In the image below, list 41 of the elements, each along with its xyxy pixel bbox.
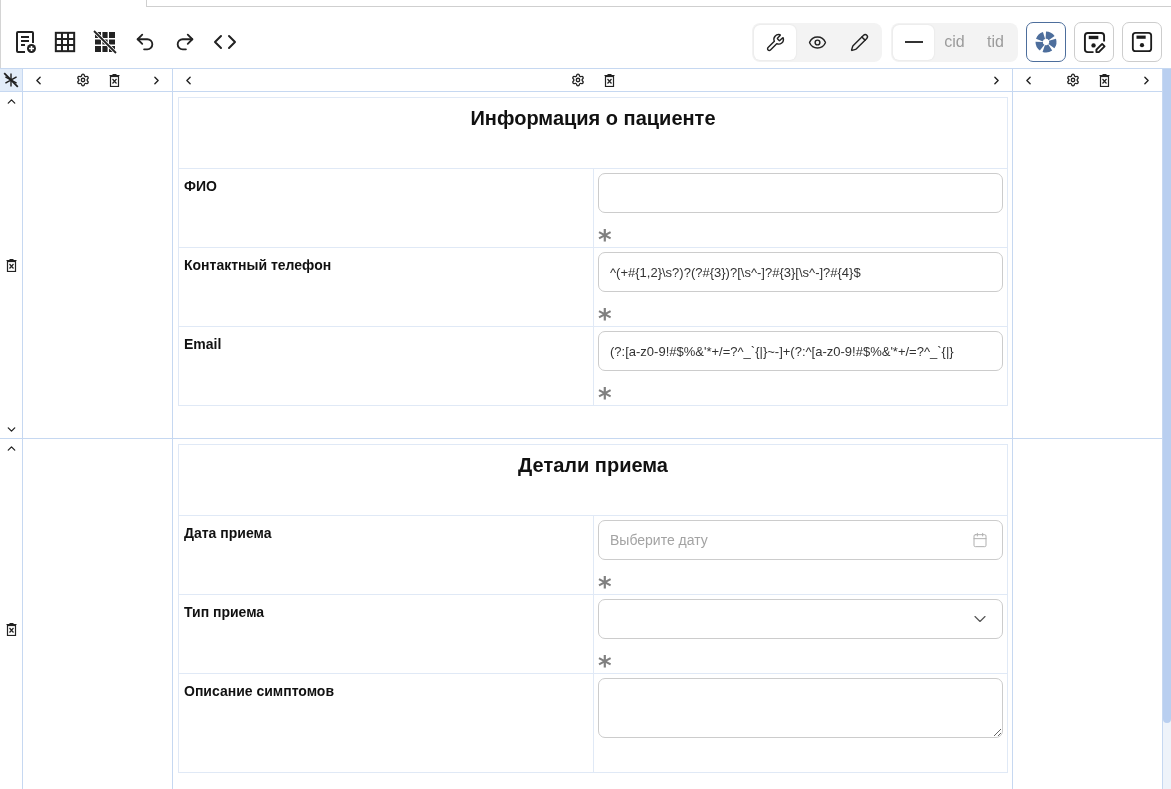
save-edit-icon[interactable] xyxy=(1082,30,1106,54)
calendar-icon xyxy=(972,532,988,548)
field-label: ФИО xyxy=(184,178,217,194)
text-input[interactable]: ^(+#{1,2}\s?)?(?#{3})?[\s^-]?#{3}[\s^-]?#{4}$ xyxy=(598,252,1003,292)
trash-x-icon[interactable] xyxy=(5,259,17,272)
select-field[interactable] xyxy=(598,599,1003,639)
text-input[interactable]: (?:[a-z0-9!#$%&'*+/=?^_`{|}~-]+(?:^[a-z0-9!#$%&'*+/=?^_`{|} xyxy=(598,331,1003,371)
field-label: Тип приема xyxy=(184,604,265,620)
redo-icon[interactable] xyxy=(174,31,196,53)
trash-x-icon[interactable] xyxy=(1098,73,1110,87)
mode-tab[interactable] xyxy=(754,24,796,60)
required-mark: * xyxy=(598,651,612,673)
settings-icon[interactable] xyxy=(570,73,585,87)
date-field[interactable]: Выберите дату xyxy=(598,520,1003,560)
settings-icon[interactable] xyxy=(1065,73,1080,87)
field-label: Дата приема xyxy=(184,525,272,541)
field-label: Email xyxy=(184,336,222,352)
settings-icon[interactable] xyxy=(75,73,90,87)
mode-tab[interactable] xyxy=(893,24,934,60)
required-mark: * xyxy=(598,383,612,405)
required-mark: * xyxy=(598,572,612,594)
textarea-field[interactable] xyxy=(598,678,1003,738)
undo-icon[interactable] xyxy=(134,31,156,53)
field-label: Описание симптомов xyxy=(184,683,334,699)
text-input[interactable] xyxy=(598,173,1003,213)
trash-x-icon[interactable] xyxy=(108,73,120,87)
minus-icon xyxy=(904,41,923,43)
save-icon[interactable] xyxy=(1131,31,1153,53)
trash-x-icon[interactable] xyxy=(603,73,615,87)
grid-off-icon[interactable] xyxy=(93,30,117,54)
section-title: Информация о пациенте xyxy=(470,107,716,130)
required-mark: * xyxy=(598,225,612,247)
field-label: Контактный телефон xyxy=(184,257,332,273)
required-mark: * xyxy=(598,304,612,326)
trash-x-icon[interactable] xyxy=(5,623,17,636)
document-add-icon[interactable] xyxy=(13,30,37,54)
pencil-icon xyxy=(849,32,869,52)
grid-icon[interactable] xyxy=(54,31,76,53)
wrench-icon xyxy=(765,32,785,52)
aperture-icon[interactable] xyxy=(1034,30,1058,54)
section-title: Детали приема xyxy=(518,454,668,477)
